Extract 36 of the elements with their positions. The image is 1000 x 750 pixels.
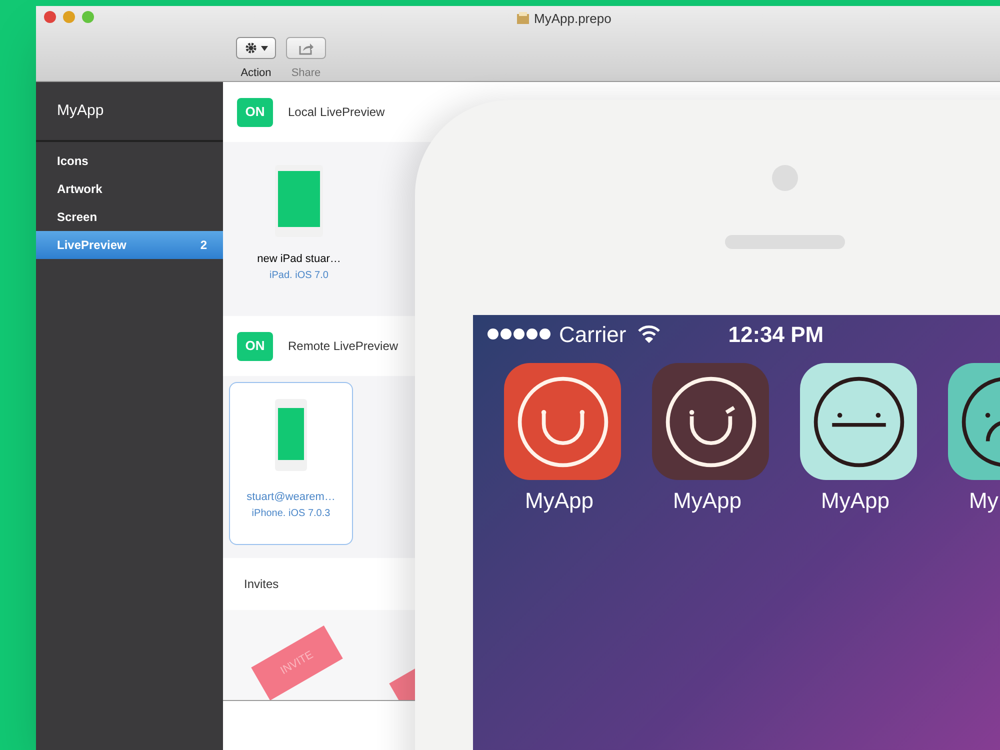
close-button[interactable]: [44, 11, 56, 23]
status-time: 12:34 PM: [728, 320, 824, 348]
toolbar-label: Action: [240, 66, 272, 81]
share-icon: [298, 42, 314, 54]
sidebar-item[interactable]: Artwork: [36, 175, 223, 203]
section-title: Invites: [244, 576, 279, 593]
caret-icon: [261, 46, 268, 50]
device-detail: iPhone. iOS 7.0.3: [252, 506, 330, 520]
phone-icon: [275, 399, 307, 471]
carrier-label: Carrier: [559, 320, 626, 348]
section-title: Local LivePreview: [288, 104, 385, 121]
signal-icon: [487, 328, 553, 340]
app-icon[interactable]: [800, 363, 917, 480]
wifi-icon: [638, 325, 660, 343]
toolbar-label: Share: [291, 66, 321, 81]
sidebar-item[interactable]: Icons: [36, 147, 223, 175]
app-label: MyApp: [524, 487, 594, 515]
device-card[interactable]: stuart@wearem… iPhone. iOS 7.0.3: [229, 382, 353, 545]
item-count: 2: [200, 237, 207, 254]
sidebar-title: MyApp: [57, 100, 104, 121]
document-icon: [516, 12, 530, 26]
tablet-icon: [275, 165, 323, 237]
app-icon[interactable]: [652, 363, 769, 480]
action-button[interactable]: [236, 37, 276, 59]
device-card[interactable]: new iPad stuar… iPad. iOS 7.0: [237, 164, 361, 327]
app-label: MyApp: [672, 487, 742, 515]
device-name: stuart@wearem…: [246, 490, 336, 505]
app-label: MyApp: [820, 487, 890, 515]
device-name: new iPad stuar…: [257, 252, 341, 267]
window-title: MyApp.prepo: [534, 10, 612, 28]
device-detail: iPad. iOS 7.0: [270, 268, 328, 282]
app-icon[interactable]: [504, 363, 621, 480]
app-label: My: [968, 487, 1000, 515]
section-title: Remote LivePreview: [288, 338, 398, 355]
sidebar-item[interactable]: Screen: [36, 203, 223, 231]
gear-icon: [244, 41, 258, 55]
